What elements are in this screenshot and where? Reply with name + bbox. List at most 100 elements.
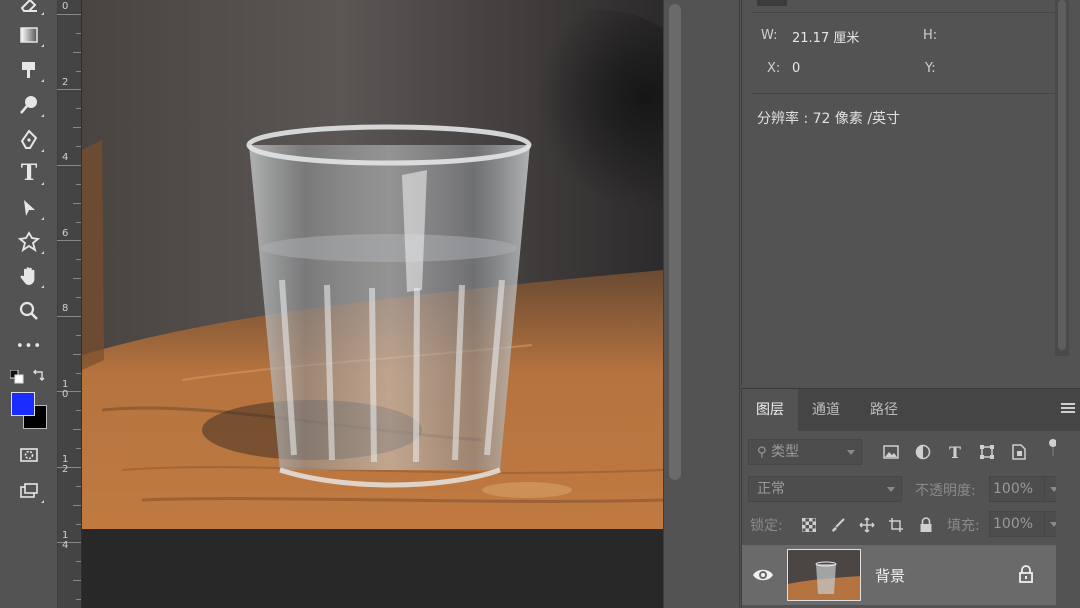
layer-lock-icon[interactable]	[1018, 565, 1034, 583]
ruler-tick	[57, 89, 81, 90]
quick-mask-icon[interactable]	[14, 440, 44, 470]
ruler-tick	[57, 467, 81, 468]
ruler-tick	[76, 335, 81, 336]
x-value[interactable]: 0	[792, 61, 800, 76]
ruler-tick	[57, 14, 81, 15]
ruler-tick	[73, 429, 81, 430]
lock-all-icon[interactable]	[916, 515, 936, 535]
glass-photo-illustration	[82, 0, 663, 529]
path-select-icon[interactable]	[14, 193, 44, 223]
ruler-tick	[73, 52, 81, 53]
resolution-text: 分辨率 : 72 像素 /英寸	[757, 111, 901, 127]
ruler-tick	[73, 354, 81, 355]
tab-channels[interactable]: 通道	[798, 389, 854, 431]
type-tool-glyph: T	[20, 160, 38, 186]
ruler-tick	[73, 580, 81, 581]
opacity-input[interactable]: 100%	[989, 476, 1045, 502]
document-canvas[interactable]	[82, 0, 670, 608]
tools-panel: T •••	[0, 0, 58, 608]
tab-layers[interactable]: 图层	[742, 389, 798, 431]
hand-icon[interactable]	[14, 261, 44, 291]
layers-scrollbar[interactable]	[1056, 431, 1080, 608]
shape-filter-icon[interactable]	[977, 442, 997, 462]
x-label: X:	[767, 61, 781, 76]
ruler-label: 4	[62, 152, 69, 163]
eraser-icon[interactable]	[14, 0, 44, 18]
ruler-tick	[57, 240, 81, 241]
type-tool[interactable]: T	[14, 158, 44, 188]
ruler-tick	[76, 297, 81, 298]
ruler-tick	[57, 165, 81, 166]
layers-panel: 图层 通道 路径 ⚲ 类型 T 正常 不透明度: 100% 锁定: 填充: 10…	[741, 388, 1080, 608]
swap-colors-icon[interactable]	[32, 368, 46, 382]
canvas-scrollbar[interactable]	[663, 0, 685, 608]
ruler-tick	[76, 599, 81, 600]
ruler-tick	[76, 524, 81, 525]
ruler-label: 8	[62, 303, 69, 314]
ruler-tick	[76, 259, 81, 260]
ruler-tick	[76, 222, 81, 223]
default-colors-icon[interactable]	[10, 370, 24, 384]
properties-scrollbar-thumb[interactable]	[1058, 0, 1066, 350]
dodge-icon[interactable]	[14, 90, 44, 120]
gradient-icon[interactable]	[14, 20, 44, 50]
ruler-tick	[76, 108, 81, 109]
lock-transparent-icon[interactable]	[799, 515, 819, 535]
ruler-tick	[76, 184, 81, 185]
ruler-label: 1 2	[62, 454, 69, 475]
blend-mode-value: 正常	[757, 481, 785, 497]
vertical-ruler: 0 2 4 6 8 1 0 1 2 1 4	[57, 0, 82, 608]
more-icon[interactable]: •••	[14, 331, 44, 361]
layer-name[interactable]: 背景	[875, 565, 905, 586]
ruler-label: 6	[62, 228, 69, 239]
lock-position-icon[interactable]	[857, 515, 877, 535]
brush-icon[interactable]	[14, 55, 44, 85]
ruler-tick	[76, 71, 81, 72]
adjustment-filter-icon[interactable]	[913, 442, 933, 462]
w-label: W:	[761, 28, 778, 43]
ruler-label: 0	[62, 1, 69, 12]
blend-mode-select[interactable]: 正常	[748, 476, 902, 502]
tab-paths[interactable]: 路径	[856, 389, 912, 431]
ruler-tick	[76, 486, 81, 487]
properties-panel: W: 21.17 厘米 H: X: 0 Y: 分辨率 : 72 像素 /英寸	[741, 0, 1080, 385]
ruler-tick	[76, 561, 81, 562]
ruler-tick	[73, 203, 81, 204]
visibility-eye-icon[interactable]	[752, 565, 774, 585]
h-label: H:	[923, 28, 938, 43]
divider	[752, 12, 1057, 13]
ruler-label: 1 4	[62, 530, 69, 551]
ruler-tick	[76, 373, 81, 374]
foreground-color-swatch[interactable]	[11, 392, 35, 416]
pen-icon[interactable]	[14, 125, 44, 155]
screen-mode-icon[interactable]	[14, 476, 44, 506]
fill-input[interactable]: 100%	[989, 511, 1045, 537]
filter-search-icon: ⚲	[757, 445, 767, 460]
type-filter-icon[interactable]: T	[945, 442, 965, 462]
glass-photo[interactable]	[82, 0, 663, 529]
zoom-icon[interactable]	[14, 296, 44, 326]
canvas-scrollbar-thumb[interactable]	[669, 4, 681, 480]
properties-scrollbar[interactable]	[1055, 0, 1069, 356]
opacity-label: 不透明度:	[915, 483, 976, 499]
ruler-tick	[57, 391, 81, 392]
ruler-tick	[76, 448, 81, 449]
ruler-tick	[57, 542, 81, 543]
lock-artboard-icon[interactable]	[886, 515, 906, 535]
panel-menu-icon[interactable]	[1061, 403, 1075, 415]
ruler-tick	[73, 278, 81, 279]
collapsed-panel-strip	[685, 0, 740, 608]
layers-tabbar: 图层 通道 路径	[742, 389, 1080, 431]
y-label: Y:	[925, 61, 936, 76]
image-filter-icon[interactable]	[881, 442, 901, 462]
layer-filter-select[interactable]: ⚲ 类型	[748, 439, 862, 465]
smart-object-filter-icon[interactable]	[1009, 442, 1029, 462]
panel-header-stub	[757, 0, 787, 6]
custom-shape-icon[interactable]	[14, 227, 44, 257]
w-value[interactable]: 21.17 厘米	[792, 27, 859, 46]
fill-label: 填充:	[947, 518, 980, 534]
ruler-tick	[57, 316, 81, 317]
lock-paint-icon[interactable]	[828, 515, 848, 535]
ruler-tick	[73, 127, 81, 128]
layer-row[interactable]: 背景	[742, 545, 1056, 605]
